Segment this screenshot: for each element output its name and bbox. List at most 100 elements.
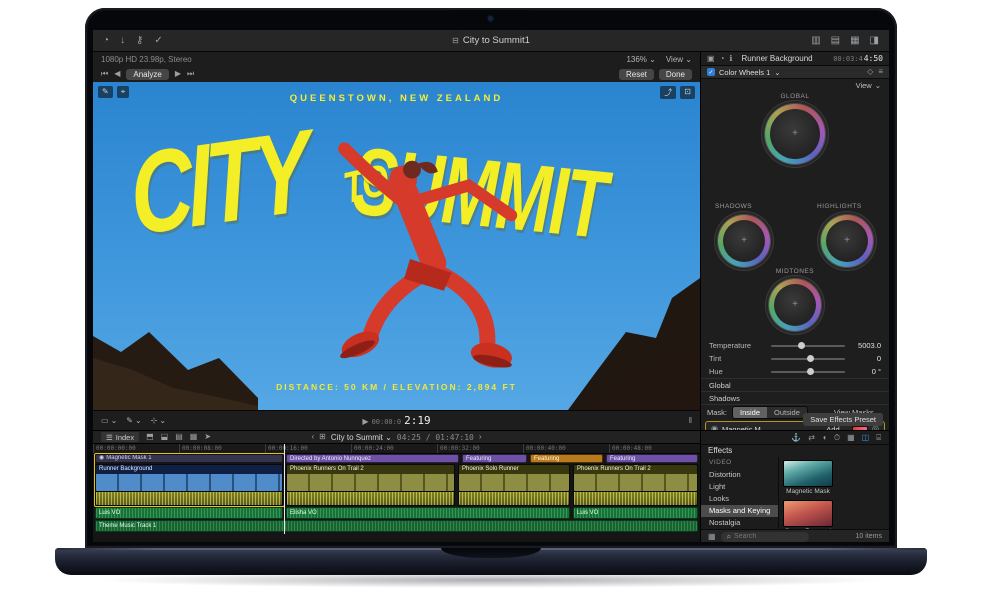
temperature-slider[interactable] xyxy=(771,345,845,347)
video-clip[interactable]: Runner Background xyxy=(95,464,283,492)
video-inspector-icon[interactable]: ▣ xyxy=(707,55,715,63)
clip-appearance-icon-1[interactable]: ⬒ xyxy=(146,433,154,441)
hue-value[interactable]: 0 ° xyxy=(851,367,881,376)
timeline-ruler[interactable]: 00:00:00:00 00:00:08:00 00:00:16:00 00:0… xyxy=(93,444,700,454)
global-color-wheel[interactable] xyxy=(765,104,825,164)
viewer-canvas[interactable]: ✎ ⌖ ⤴ ⊡ QUEENSTOWN, NEW ZEALAND CITY TO … xyxy=(93,82,700,410)
analyze-button[interactable]: Analyze xyxy=(126,69,168,80)
effects-browser-icon[interactable]: ◫ xyxy=(862,434,870,442)
audio-clip[interactable]: Luis VO xyxy=(95,507,283,519)
connect-edit-icon[interactable]: ⚓ xyxy=(791,434,801,442)
mask-inside-button[interactable]: Inside xyxy=(733,407,767,418)
video-clip[interactable]: Phoenix Runners On Trail 2 xyxy=(286,464,455,492)
project-grid-icon[interactable]: ⊞ xyxy=(319,433,326,441)
timeline-project-name[interactable]: City to Summit ⌄ xyxy=(331,433,392,442)
video-clip[interactable]: Phoenix Runners On Trail 2 xyxy=(573,464,698,492)
tint-value[interactable]: 0 xyxy=(851,354,881,363)
title-clip[interactable]: Featuring xyxy=(462,454,527,463)
effect-thumbnail xyxy=(783,460,833,487)
effect-enabled-checkbox[interactable]: ✓ xyxy=(707,68,715,76)
clip-appearance-icon-2[interactable]: ⬓ xyxy=(161,433,169,441)
color-inspector-icon[interactable]: ◔ xyxy=(720,55,725,63)
audio-clip[interactable]: Luis VO xyxy=(573,507,698,519)
global-section-row[interactable]: Global xyxy=(701,378,889,391)
import-media-icon[interactable]: ↓ xyxy=(120,36,125,46)
effect-scene-removal-mask[interactable]: Scene Removal Mask xyxy=(783,500,833,529)
temperature-value[interactable]: 5003.0 xyxy=(851,341,881,350)
previous-project-icon[interactable]: ‹ xyxy=(311,433,314,441)
category-nostalgia[interactable]: Nostalgia xyxy=(701,517,778,529)
browser-toggle-icon[interactable]: ▤ xyxy=(831,36,840,46)
save-effects-preset-button[interactable]: Save Effects Preset xyxy=(803,413,883,426)
audio-clip[interactable]: Elisha VO xyxy=(286,507,570,519)
keyframe-icon[interactable]: ◇ xyxy=(867,68,873,76)
timeline-toggle-icon[interactable]: ▦ xyxy=(850,36,859,46)
play-forward-icon[interactable]: ▶ xyxy=(175,70,181,78)
next-project-icon[interactable]: › xyxy=(479,433,482,441)
background-tasks-icon[interactable]: ◔ xyxy=(103,36,109,46)
highlights-color-wheel[interactable] xyxy=(821,215,873,267)
shadows-color-wheel[interactable] xyxy=(718,215,770,267)
effect-menu-icon[interactable]: ≡ xyxy=(878,68,883,76)
clip-appearance-icon-3[interactable]: ▤ xyxy=(175,433,183,441)
audio-meters-icon[interactable]: ‖ xyxy=(689,417,692,425)
tool-menu-icon[interactable]: ➤ xyxy=(204,433,211,441)
sidebar-toggle-icon[interactable]: ▥ xyxy=(811,36,820,46)
effects-filter-icon[interactable]: ▦ xyxy=(708,533,716,541)
mask-outside-button[interactable]: Outside xyxy=(767,407,807,418)
transform-tool-dropdown[interactable]: ⊹⌄ xyxy=(151,416,166,425)
insert-edit-icon[interactable]: ⇄ xyxy=(808,434,815,442)
project-title[interactable]: ⊟ City to Summit1 xyxy=(452,35,530,46)
append-edit-icon[interactable]: ◖ xyxy=(822,434,827,442)
music-clip[interactable]: Theme Music Track 1 xyxy=(95,520,698,532)
effect-name[interactable]: Color Wheels 1 xyxy=(719,68,770,77)
tint-row: Tint 0 xyxy=(701,352,889,365)
next-edit-icon[interactable]: ⏭ xyxy=(187,70,194,78)
transform-overlay-icon[interactable]: ⌖ xyxy=(117,86,130,98)
done-button[interactable]: Done xyxy=(659,69,692,80)
share-frame-icon[interactable]: ⤴ xyxy=(660,86,676,99)
display-options-icon[interactable]: ⊡ xyxy=(680,86,695,99)
previous-edit-icon[interactable]: ⏮ xyxy=(101,70,108,78)
category-looks[interactable]: Looks xyxy=(701,493,778,505)
crop-tool-dropdown[interactable]: ▭⌄ xyxy=(101,416,117,425)
audio-waveform[interactable] xyxy=(573,492,698,506)
audio-waveform[interactable] xyxy=(95,492,283,506)
audio-waveform[interactable] xyxy=(458,492,570,506)
transitions-browser-icon[interactable]: ⌸ xyxy=(876,434,881,442)
inspector-toggle-icon[interactable]: ◨ xyxy=(870,36,879,46)
magnetic-mask-clip[interactable]: ◉Magnetic Mask 1 xyxy=(95,454,283,463)
midtones-color-wheel[interactable] xyxy=(769,279,821,331)
object-tracking-icon[interactable]: ✓ xyxy=(154,36,162,46)
hue-dial[interactable] xyxy=(771,371,845,373)
play-backward-icon[interactable]: ◀ xyxy=(114,70,120,78)
view-options-control[interactable]: View ⌄ xyxy=(666,55,692,64)
reset-button[interactable]: Reset xyxy=(619,69,654,80)
overwrite-edit-icon[interactable]: ⏱ xyxy=(834,434,840,442)
wheel-view-control[interactable]: View⌄ xyxy=(701,79,889,91)
zoom-control[interactable]: 136% ⌄ xyxy=(626,55,655,64)
index-button[interactable]: ☰Index xyxy=(101,432,139,442)
timecode-display: ▶ 00:00:0 2:19 xyxy=(362,414,430,427)
draw-mask-icon[interactable]: ✎ xyxy=(98,86,113,98)
title-clip[interactable]: Featuring xyxy=(530,454,603,463)
audio-waveform[interactable] xyxy=(286,492,455,506)
play-button[interactable]: ▶ xyxy=(362,418,368,426)
title-clip[interactable]: Directed by Antonio Nunnquez xyxy=(286,454,459,463)
category-distortion[interactable]: Distortion xyxy=(701,469,778,481)
draw-tool-dropdown[interactable]: ✎⌄ xyxy=(126,416,141,425)
effects-search-input[interactable] xyxy=(734,533,794,540)
shadows-section-row[interactable]: Shadows xyxy=(701,391,889,404)
tools-icon[interactable]: ▦ xyxy=(847,434,855,442)
video-clip[interactable]: Phoenix Solo Runner xyxy=(458,464,570,492)
info-inspector-icon[interactable]: ℹ xyxy=(729,55,732,63)
title-clip[interactable]: Featuring xyxy=(606,454,698,463)
keyword-editor-icon[interactable]: ⚷ xyxy=(136,36,143,46)
clip-appearance-icon-4[interactable]: ▦ xyxy=(190,433,198,441)
category-masks-and-keying[interactable]: Masks and Keying xyxy=(701,505,778,517)
category-light[interactable]: Light xyxy=(701,481,778,493)
effect-magnetic-mask[interactable]: Magnetic Mask xyxy=(783,460,833,496)
playhead[interactable] xyxy=(284,444,285,534)
search-pill[interactable]: ⌕ xyxy=(721,532,809,542)
tint-slider[interactable] xyxy=(771,358,845,360)
